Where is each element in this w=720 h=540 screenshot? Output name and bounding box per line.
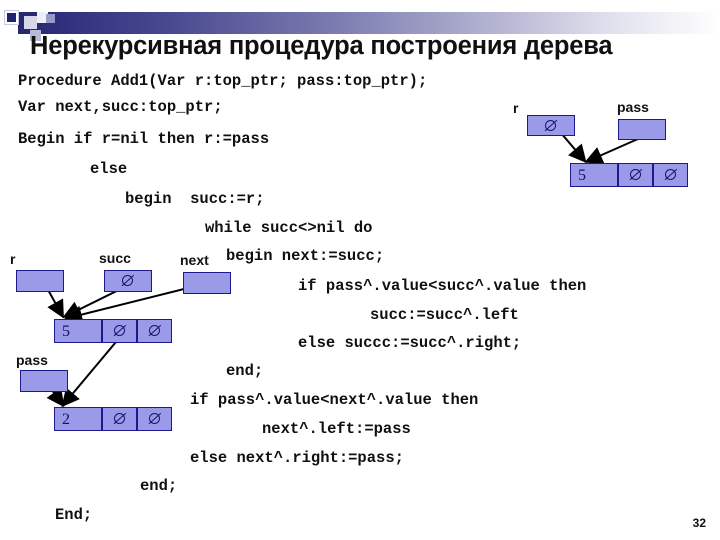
code-line: Begin if r=nil then r:=pass <box>18 130 270 148</box>
pointer-label-r: r <box>513 100 519 116</box>
decor-square-4 <box>46 14 55 23</box>
pointer-label-r: r <box>10 251 16 267</box>
code-line: succ:=succ^.left <box>370 306 519 324</box>
pointer-label-succ: succ <box>99 250 131 266</box>
decor-square-1 <box>24 16 37 29</box>
code-line: if pass^.value<next^.value then <box>190 391 479 409</box>
null-pointer-icon <box>628 167 643 182</box>
code-line: Var next,succ:top_ptr; <box>18 98 223 116</box>
node-value: 5 <box>578 167 586 184</box>
code-line: end; <box>226 362 264 380</box>
header-band <box>18 12 720 34</box>
null-pointer-icon-r <box>543 118 558 133</box>
code-line: else next^.right:=pass; <box>190 449 404 467</box>
null-pointer-icon <box>663 167 678 182</box>
code-line: begin next:=succ; <box>226 247 385 265</box>
pointer-box-pass <box>618 119 666 140</box>
null-pointer-icon <box>147 411 162 426</box>
pointer-box-pass <box>20 370 68 392</box>
decor-square-dark <box>7 13 16 22</box>
code-line: End; <box>55 506 93 524</box>
code-line: while succ<>nil do <box>205 219 373 237</box>
code-line: next^.left:=pass <box>262 420 411 438</box>
code-line: else <box>90 160 128 178</box>
slide-title: Нерекурсивная процедура построения дерев… <box>30 32 613 60</box>
code-line: if pass^.value<succ^.value then <box>298 277 587 295</box>
pointer-box-next <box>183 272 231 294</box>
code-line: else succc:=succ^.right; <box>298 334 522 352</box>
pointer-label-next: next <box>180 252 209 268</box>
code-line: Procedure Add1(Var r:top_ptr; pass:top_p… <box>18 72 428 90</box>
pointer-label-pass: pass <box>617 99 649 115</box>
slide-canvas: Нерекурсивная процедура построения дерев… <box>0 0 720 540</box>
pointer-box-r <box>16 270 64 292</box>
null-pointer-icon <box>147 323 162 338</box>
null-pointer-icon <box>112 411 127 426</box>
node-value: 2 <box>62 411 70 428</box>
null-pointer-icon <box>112 323 127 338</box>
code-line: end; <box>140 477 178 495</box>
pointer-label-pass: pass <box>16 352 48 368</box>
node-value: 5 <box>62 323 70 340</box>
null-pointer-icon-succ <box>120 273 135 288</box>
page-number: 32 <box>692 516 706 530</box>
code-line: begin succ:=r; <box>125 190 265 208</box>
